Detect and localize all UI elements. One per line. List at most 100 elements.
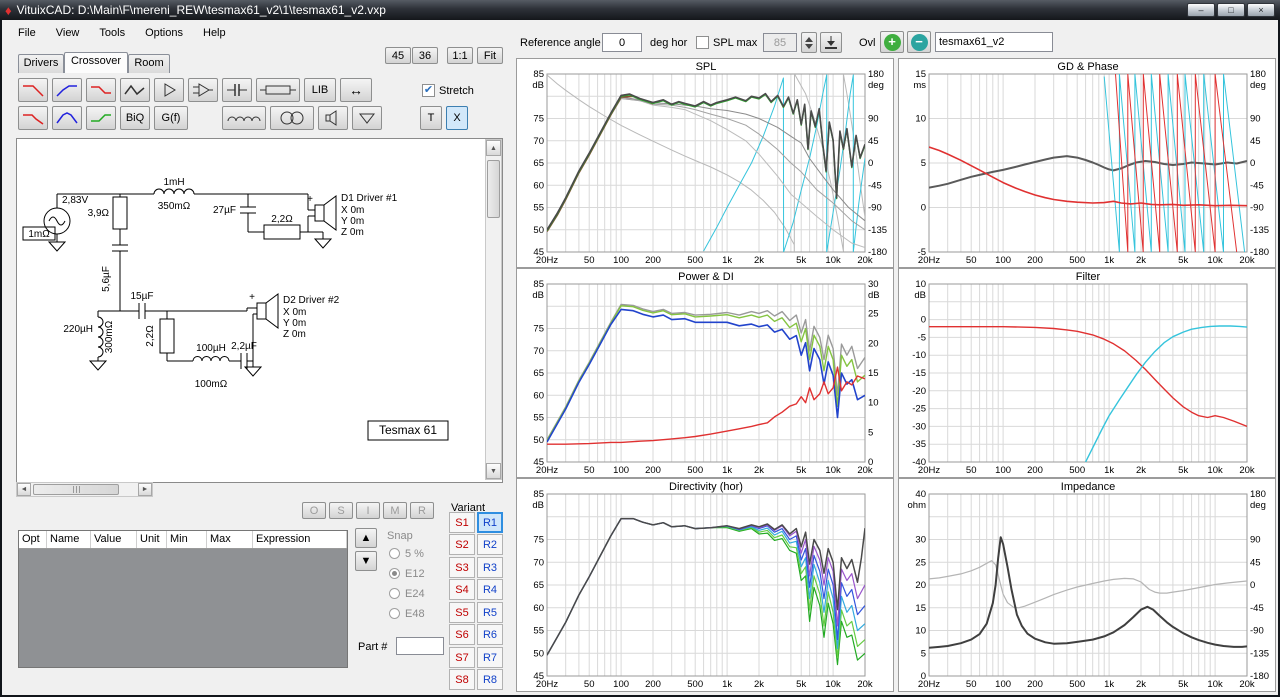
reference-angle-input[interactable] xyxy=(602,33,642,52)
hscroll-thumb[interactable] xyxy=(33,484,119,495)
view-fit-button[interactable]: Fit xyxy=(477,47,503,64)
variant-s6-button[interactable]: S6 xyxy=(449,624,475,645)
svg-text:50: 50 xyxy=(966,679,977,690)
l2-value-label: 220µH xyxy=(63,324,93,335)
move-up-button[interactable]: ▲ xyxy=(355,528,377,548)
snap-option-e24[interactable]: E24 xyxy=(389,588,425,600)
stretch-arrow-button[interactable]: ↔ xyxy=(340,78,372,102)
opamp-block-button[interactable] xyxy=(188,78,218,102)
variant-s7-button[interactable]: S7 xyxy=(449,647,475,668)
variant-r6-button[interactable]: R6 xyxy=(477,624,503,645)
view-36-button[interactable]: 36 xyxy=(412,47,438,64)
optimizer-o-button[interactable]: O xyxy=(302,502,326,519)
inductor-button[interactable] xyxy=(222,106,266,130)
schematic-hscrollbar[interactable]: ◄ ► xyxy=(16,482,153,497)
variant-s1-button[interactable]: S1 xyxy=(449,512,475,533)
snap-option-e48[interactable]: E48 xyxy=(389,608,425,620)
shelf2-block-button[interactable] xyxy=(86,106,116,130)
variant-r5-button[interactable]: R5 xyxy=(477,602,503,623)
variant-r4-button[interactable]: R4 xyxy=(477,579,503,600)
tab-crossover[interactable]: Crossover xyxy=(64,52,128,73)
highpass-block-button[interactable] xyxy=(52,78,82,102)
d1-z-label: Z 0m xyxy=(341,227,364,238)
transformer-button[interactable] xyxy=(270,106,314,130)
svg-text:-135: -135 xyxy=(868,225,887,236)
free-curve-block-button[interactable] xyxy=(120,78,150,102)
scroll-left-icon[interactable]: ◄ xyxy=(17,483,31,496)
snap-option-e12[interactable]: E12 xyxy=(389,568,425,580)
menu-help[interactable]: Help xyxy=(193,24,236,42)
menu-view[interactable]: View xyxy=(46,24,90,42)
normalize-button[interactable] xyxy=(820,32,842,53)
menu-options[interactable]: Options xyxy=(135,24,193,42)
optimizer-s-button[interactable]: S xyxy=(329,502,353,519)
schematic-vscrollbar[interactable]: ▲ ▼ xyxy=(485,139,502,480)
svg-text:180: 180 xyxy=(1250,69,1266,80)
d2-plus-label: + xyxy=(249,292,255,303)
svg-text:25: 25 xyxy=(868,309,879,320)
close-button[interactable]: × xyxy=(1247,3,1275,17)
scroll-up-icon[interactable]: ▲ xyxy=(486,140,501,156)
maximize-button[interactable]: □ xyxy=(1217,3,1245,17)
biquad-button[interactable]: BiQ xyxy=(120,106,150,130)
buffer-block-button[interactable] xyxy=(154,78,184,102)
spl-max-checkbox[interactable] xyxy=(696,36,709,49)
spl-max-spinner[interactable] xyxy=(801,32,817,53)
library-button[interactable]: LIB xyxy=(304,78,336,102)
overlay-add-button[interactable]: + xyxy=(880,31,904,53)
svg-text:75: 75 xyxy=(533,535,544,546)
inductor-icon xyxy=(224,110,264,126)
scroll-down-icon[interactable]: ▼ xyxy=(486,463,501,479)
svg-text:ohm: ohm xyxy=(908,500,927,511)
svg-text:200: 200 xyxy=(645,465,661,476)
stretch-checkbox[interactable]: ✔ xyxy=(422,84,435,97)
component-table[interactable]: Opt Name Value Unit Min Max Expression xyxy=(18,530,348,668)
variant-r1-button[interactable]: R1 xyxy=(477,512,503,533)
capacitor-button[interactable] xyxy=(222,78,252,102)
spl-max-input[interactable] xyxy=(763,33,797,52)
snap-option-5pct[interactable]: 5 % xyxy=(389,548,424,560)
optimizer-m-button[interactable]: M xyxy=(383,502,407,519)
variant-s4-button[interactable]: S4 xyxy=(449,579,475,600)
transformer-icon xyxy=(272,110,312,126)
lowpass-block-button[interactable] xyxy=(18,78,48,102)
variant-name-input[interactable] xyxy=(935,32,1053,52)
tab-drivers[interactable]: Drivers xyxy=(18,54,64,73)
scroll-right-icon[interactable]: ► xyxy=(138,483,152,496)
variant-r7-button[interactable]: R7 xyxy=(477,647,503,668)
svg-text:50: 50 xyxy=(533,225,544,236)
gain-function-button[interactable]: G(f) xyxy=(154,106,188,130)
tab-room[interactable]: Room xyxy=(128,54,170,73)
variant-s8-button[interactable]: S8 xyxy=(449,669,475,690)
x-mode-button[interactable]: X xyxy=(446,106,468,130)
variant-s2-button[interactable]: S2 xyxy=(449,534,475,555)
variant-s5-button[interactable]: S5 xyxy=(449,602,475,623)
optimizer-i-button[interactable]: I xyxy=(356,502,380,519)
t-mode-button[interactable]: T xyxy=(420,106,442,130)
menu-file[interactable]: File xyxy=(8,24,46,42)
overlay-remove-button[interactable]: − xyxy=(907,31,931,53)
ground-button[interactable] xyxy=(352,106,382,130)
view-45-button[interactable]: 45 xyxy=(385,47,411,64)
vscroll-thumb[interactable] xyxy=(487,160,500,218)
svg-text:0: 0 xyxy=(1250,580,1255,591)
move-down-button[interactable]: ▼ xyxy=(355,551,377,571)
resistor-button[interactable] xyxy=(256,78,300,102)
part-number-input[interactable] xyxy=(396,637,444,655)
shelf-block-button[interactable] xyxy=(86,78,116,102)
variant-r2-button[interactable]: R2 xyxy=(477,534,503,555)
view-1-1-button[interactable]: 1:1 xyxy=(447,47,473,64)
schematic-canvas[interactable]: 2,83V 1mΩ 3,9Ω 1mH 350mΩ 27µF 2,2Ω 5,6µF… xyxy=(16,138,503,483)
peak-block-button[interactable] xyxy=(52,106,82,130)
svg-text:500: 500 xyxy=(687,255,703,266)
d2-y-label: Y 0m xyxy=(283,318,306,329)
lowpass2-block-button[interactable] xyxy=(18,106,48,130)
speaker-button[interactable] xyxy=(318,106,348,130)
minimize-button[interactable]: – xyxy=(1187,3,1215,17)
variant-s3-button[interactable]: S3 xyxy=(449,557,475,578)
optimizer-r-button[interactable]: R xyxy=(410,502,434,519)
variant-r8-button[interactable]: R8 xyxy=(477,669,503,690)
variant-r3-button[interactable]: R3 xyxy=(477,557,503,578)
menu-tools[interactable]: Tools xyxy=(89,24,135,42)
svg-text:deg: deg xyxy=(868,80,884,91)
